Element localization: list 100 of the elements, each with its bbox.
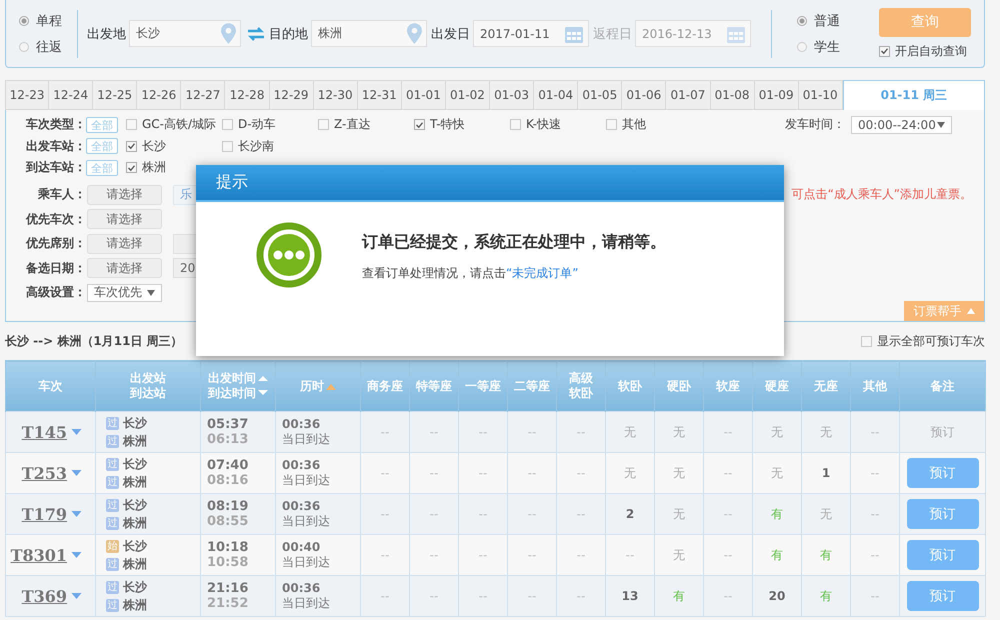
seat-cell: 2 <box>606 494 654 534</box>
location-pin-icon[interactable] <box>407 23 422 44</box>
checkbox[interactable] <box>414 119 425 130</box>
seat-cell: -- <box>410 576 458 616</box>
arrival-time: 06:13 <box>207 432 250 447</box>
date-tab[interactable]: 12-27 <box>181 80 226 110</box>
priority-select[interactable]: 车次优先 <box>87 284 162 302</box>
seat-cell: 无 <box>654 534 704 576</box>
depart-date-field[interactable]: 2017-01-11 <box>473 20 589 47</box>
date-tab[interactable]: 01-08 <box>710 80 755 110</box>
station-badge: 过 <box>106 458 119 470</box>
date-tab[interactable]: 12-24 <box>49 80 94 110</box>
date-tab[interactable]: 12-30 <box>314 80 358 110</box>
date-tab[interactable]: 01-05 <box>578 80 622 110</box>
select-button[interactable]: 请选择 <box>87 209 162 230</box>
arrival-day: 当日到达 <box>282 554 360 570</box>
unfinished-orders-link[interactable]: “未完成订单” <box>506 266 578 280</box>
filter-label: 备选日期： <box>25 260 86 277</box>
station-badge: 过 <box>106 434 119 448</box>
seat-cell: -- <box>508 576 556 616</box>
checkbox[interactable] <box>510 119 521 130</box>
radio-button[interactable] <box>19 42 29 52</box>
checkbox-label: K-快速 <box>526 116 561 134</box>
seat-cell: -- <box>606 534 654 576</box>
caret-up-icon <box>966 308 974 314</box>
caret-icon[interactable] <box>71 429 82 435</box>
arrival-time: 08:16 <box>207 473 250 488</box>
date-tab[interactable]: 01-03 <box>490 80 534 110</box>
time-select[interactable]: 00:00--24:00 <box>851 116 952 134</box>
swap-icon[interactable] <box>247 26 265 40</box>
departure-time: 10:18 <box>207 540 250 555</box>
column-header: 软卧 <box>569 386 593 401</box>
checkbox[interactable] <box>861 336 872 346</box>
date-tab[interactable]: 12-26 <box>137 80 182 110</box>
caret-icon[interactable] <box>71 593 82 599</box>
station-name: 长沙 <box>123 414 147 432</box>
from-label: 出发地 <box>87 26 126 42</box>
date-tab[interactable]: 01-02 <box>446 80 490 110</box>
date-tab[interactable]: 01-07 <box>666 80 710 110</box>
station-badge: 过 <box>106 476 119 488</box>
from-field[interactable]: 长沙 <box>129 20 241 47</box>
date-tab[interactable]: 01-06 <box>622 80 666 110</box>
radio-label: 普通 <box>814 12 840 30</box>
date-tab[interactable]: 12-29 <box>270 80 314 110</box>
duration: 00:36 <box>282 498 322 512</box>
sort-icon[interactable] <box>326 382 336 390</box>
select-button[interactable]: 请选择 <box>87 184 162 205</box>
seat-cell: -- <box>556 412 606 452</box>
checkbox[interactable] <box>606 119 617 130</box>
caret-icon[interactable] <box>71 470 82 476</box>
sort-icon[interactable] <box>258 375 268 397</box>
station-badge: 过 <box>106 416 119 430</box>
radio-button[interactable] <box>797 42 807 52</box>
select-button[interactable]: 请选择 <box>87 258 162 278</box>
seat-cell: -- <box>458 412 508 452</box>
checkbox[interactable] <box>126 162 137 174</box>
route-summary: 长沙 --> 株洲（1月11日 周三） <box>5 332 183 350</box>
checkbox[interactable] <box>879 46 890 56</box>
checkbox-label: Z-直达 <box>334 116 370 134</box>
checkbox[interactable] <box>318 119 329 130</box>
to-field[interactable]: 株洲 <box>311 20 427 47</box>
date-tab[interactable]: 12-23 <box>5 80 50 110</box>
column-header: 软卧 <box>618 378 642 394</box>
seat-cell: -- <box>556 576 606 616</box>
checkbox[interactable] <box>126 119 137 130</box>
seat-cell: -- <box>360 576 410 616</box>
checkbox[interactable] <box>222 140 233 152</box>
column-header: 备注 <box>930 378 954 394</box>
checkbox[interactable] <box>126 140 137 152</box>
seat-cell: -- <box>850 494 900 534</box>
dialog-detail: 查看订单处理情况，请点击 <box>362 266 506 280</box>
date-tab[interactable]: 12-31 <box>358 80 402 110</box>
column-header: 到达时间 <box>208 386 256 401</box>
caret-icon[interactable] <box>71 511 82 517</box>
radio-button[interactable] <box>19 16 29 26</box>
seat-cell: -- <box>458 576 508 616</box>
station-badge: 始 <box>106 540 119 552</box>
column-header: 高级 <box>569 371 593 386</box>
column-header: 特等座 <box>416 378 452 394</box>
date-tab[interactable]: 01-01 <box>402 80 446 110</box>
seat-cell: -- <box>508 412 556 452</box>
column-header: 二等座 <box>514 378 550 394</box>
date-tab[interactable]: 12-28 <box>225 80 270 110</box>
caret-icon[interactable] <box>71 552 82 558</box>
date-tab[interactable]: 01-04 <box>534 80 578 110</box>
date-tab[interactable]: 01-09 <box>754 80 799 110</box>
seat-cell: 无 <box>802 412 850 452</box>
seat-cell: -- <box>704 576 752 616</box>
date-tab[interactable]: 12-25 <box>93 80 138 110</box>
date-tab[interactable]: 01-10 <box>798 80 843 110</box>
location-pin-icon[interactable] <box>221 23 236 44</box>
checkbox-label: 显示全部可预订车次 <box>877 332 985 350</box>
checkbox[interactable] <box>222 119 233 130</box>
duration: 00:40 <box>282 540 322 554</box>
radio-label: 学生 <box>814 38 840 56</box>
station-name: 株洲 <box>123 514 147 532</box>
select-button[interactable]: 请选择 <box>87 234 162 254</box>
radio-button[interactable] <box>797 16 807 26</box>
arrival-day: 当日到达 <box>282 512 360 530</box>
station-name: 株洲 <box>123 596 147 614</box>
